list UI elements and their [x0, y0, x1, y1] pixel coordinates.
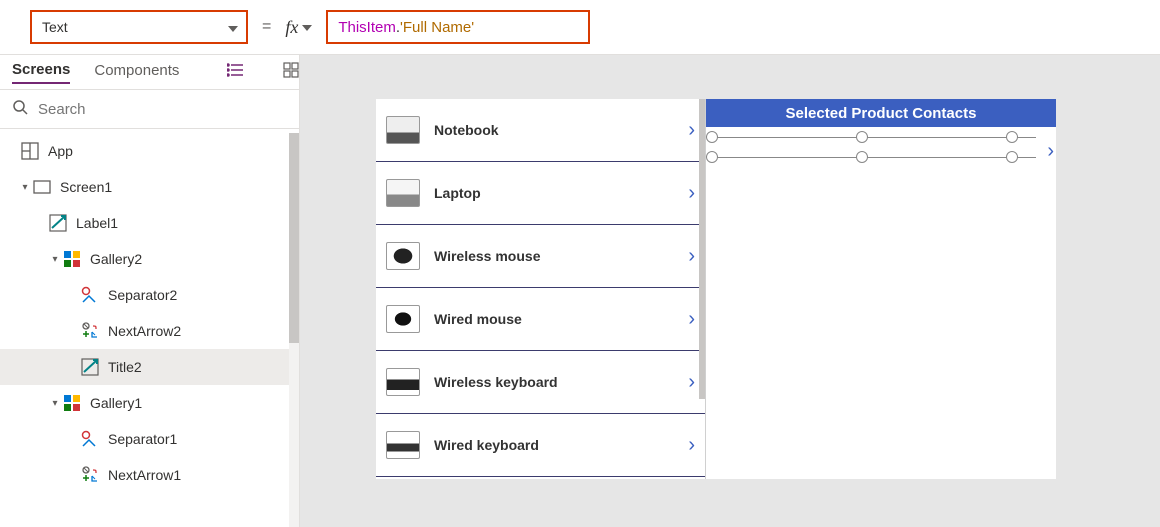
gallery2-preview[interactable]: Selected Product Contacts	[706, 99, 1056, 479]
tree-scrollbar[interactable]	[289, 133, 299, 527]
property-selector[interactable]: Text	[30, 10, 248, 44]
tree-scrollbar-thumb[interactable]	[289, 133, 299, 343]
tab-components[interactable]: Components	[94, 62, 179, 83]
selection-handle[interactable]	[1006, 131, 1018, 143]
item-label: Wired keyboard	[434, 437, 674, 453]
formula-bar: Text = fx ThisItem.'Full Name'	[0, 0, 1160, 55]
chevron-right-icon[interactable]	[688, 120, 695, 141]
chevron-down-icon	[228, 19, 238, 35]
selected-template[interactable]	[706, 127, 1056, 175]
formula-token-thisitem: ThisItem	[338, 19, 396, 36]
tree-tabs: Screens Components	[0, 55, 299, 89]
selection-handle[interactable]	[856, 131, 868, 143]
fx-chevron-icon[interactable]	[302, 18, 312, 36]
search-input[interactable]	[38, 101, 287, 118]
contacts-header: Selected Product Contacts	[706, 99, 1056, 127]
list-item[interactable]: Wired keyboard	[376, 414, 705, 477]
separator-icon	[80, 429, 100, 449]
search-icon	[12, 99, 28, 120]
tree-node-title2[interactable]: Title2	[0, 349, 299, 385]
screen-icon	[32, 177, 52, 197]
item-label: Wireless keyboard	[434, 374, 674, 390]
item-label: Wireless mouse	[434, 248, 674, 264]
separator-icon	[80, 285, 100, 305]
selection-handle[interactable]	[706, 151, 718, 163]
tree-label: Screen1	[60, 179, 112, 195]
chevron-right-icon[interactable]	[688, 372, 695, 393]
item-image	[386, 116, 420, 144]
tree-panel: Screens Components App	[0, 55, 300, 527]
formula-input[interactable]: ThisItem.'Full Name'	[326, 10, 590, 44]
gallery-icon	[62, 249, 82, 269]
selection-line	[712, 137, 1036, 138]
tree-label: NextArrow2	[108, 323, 181, 339]
tree-node-label1[interactable]: Label1	[0, 205, 299, 241]
list-item[interactable]: Notebook	[376, 99, 705, 162]
tree-node-nextarrow1[interactable]: NextArrow1	[0, 457, 299, 493]
tree-label: NextArrow1	[108, 467, 181, 483]
gallery-scrollbar[interactable]	[699, 99, 705, 479]
selection-line	[712, 157, 1036, 158]
tree-node-nextarrow2[interactable]: NextArrow2	[0, 313, 299, 349]
expander-icon[interactable]	[18, 182, 32, 193]
tree-label: App	[48, 143, 73, 159]
gallery-icon	[62, 393, 82, 413]
label-icon	[80, 357, 100, 377]
formula-token-prop: 'Full Name'	[400, 19, 474, 36]
main: Screens Components App	[0, 55, 1160, 527]
item-label: Wired mouse	[434, 311, 674, 327]
label-icon	[48, 213, 68, 233]
tab-screens[interactable]: Screens	[12, 61, 70, 84]
equals-sign: =	[262, 18, 271, 36]
item-label: Laptop	[434, 185, 674, 201]
property-name: Text	[42, 19, 68, 35]
tree-node-separator1[interactable]: Separator1	[0, 421, 299, 457]
screen-stage[interactable]: Notebook Laptop Wireless mouse Wired mou…	[376, 99, 1056, 479]
tree-list-icon[interactable]	[227, 63, 245, 81]
canvas[interactable]: Notebook Laptop Wireless mouse Wired mou…	[300, 55, 1160, 527]
fx-label: fx	[285, 17, 298, 38]
chevron-right-icon[interactable]	[688, 246, 695, 267]
tree-node-gallery1[interactable]: Gallery1	[0, 385, 299, 421]
tree-label: Separator2	[108, 287, 177, 303]
tree-label: Gallery1	[90, 395, 142, 411]
tree-label: Separator1	[108, 431, 177, 447]
list-item[interactable]: Laptop	[376, 162, 705, 225]
tree-view: App Screen1 Label1 Gallery	[0, 129, 299, 527]
selection-handle[interactable]	[856, 151, 868, 163]
chevron-right-icon[interactable]	[1047, 141, 1054, 162]
item-image	[386, 431, 420, 459]
gallery-scrollbar-thumb[interactable]	[699, 99, 705, 399]
tree-node-app[interactable]: App	[0, 133, 299, 169]
selection-handle[interactable]	[706, 131, 718, 143]
tree-node-separator2[interactable]: Separator2	[0, 277, 299, 313]
tree-label: Title2	[108, 359, 142, 375]
item-image	[386, 305, 420, 333]
tree-node-screen1[interactable]: Screen1	[0, 169, 299, 205]
selection-handle[interactable]	[1006, 151, 1018, 163]
item-label: Notebook	[434, 122, 674, 138]
item-image	[386, 179, 420, 207]
item-image	[386, 242, 420, 270]
chevron-right-icon[interactable]	[688, 183, 695, 204]
tree-label: Label1	[76, 215, 118, 231]
tree-node-gallery2[interactable]: Gallery2	[0, 241, 299, 277]
list-item[interactable]: Wireless keyboard	[376, 351, 705, 414]
item-image	[386, 368, 420, 396]
expander-icon[interactable]	[48, 398, 62, 409]
expander-icon[interactable]	[48, 254, 62, 265]
tree-grid-icon[interactable]	[283, 62, 299, 82]
search-row	[0, 89, 299, 129]
chevron-right-icon[interactable]	[688, 435, 695, 456]
nextarrow-icon	[80, 465, 100, 485]
nextarrow-icon	[80, 321, 100, 341]
chevron-right-icon[interactable]	[688, 309, 695, 330]
app-icon	[20, 141, 40, 161]
gallery1-preview[interactable]: Notebook Laptop Wireless mouse Wired mou…	[376, 99, 706, 479]
list-item[interactable]: Wireless mouse	[376, 225, 705, 288]
tree-label: Gallery2	[90, 251, 142, 267]
list-item[interactable]: Wired mouse	[376, 288, 705, 351]
